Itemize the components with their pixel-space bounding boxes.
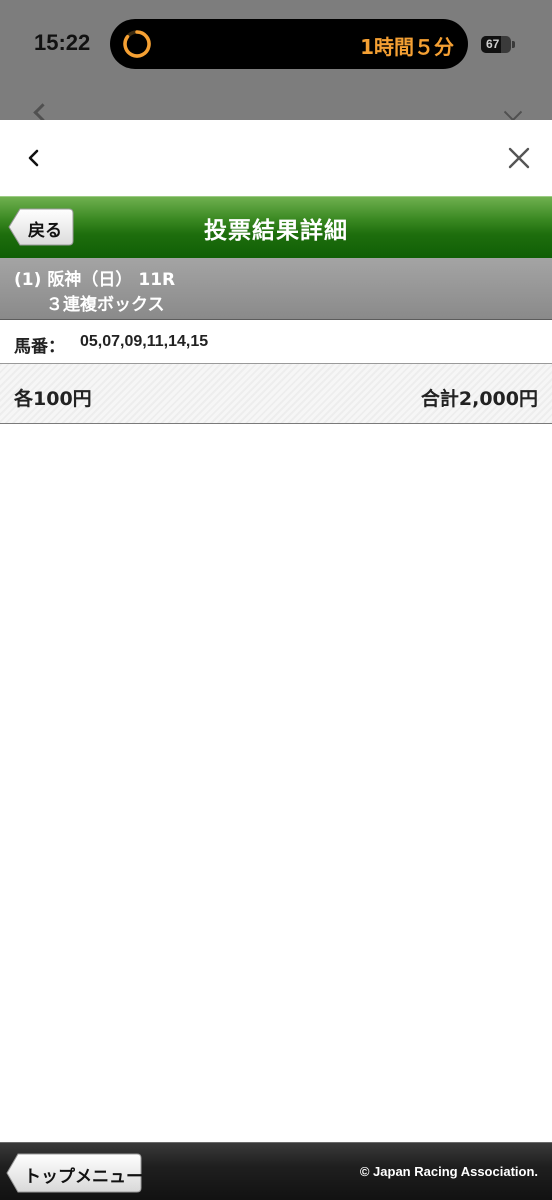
timer-icon bbox=[123, 30, 151, 58]
race-index: (1) bbox=[14, 270, 42, 290]
race-venue-day: 阪神（日） bbox=[47, 270, 133, 290]
race-summary: (1) 阪神（日） 11R bbox=[14, 265, 181, 290]
bet-type: ３連複ボックス bbox=[46, 295, 165, 315]
background-back-icon bbox=[33, 103, 52, 122]
amount-row: 各100円 合計2,000円 bbox=[0, 364, 552, 424]
amount-total: 合計2,000円 bbox=[420, 388, 538, 410]
top-menu-label: トップメニュー bbox=[24, 1167, 143, 1187]
amount-each: 各100円 bbox=[14, 388, 92, 410]
race-number: 11R bbox=[138, 270, 176, 290]
horse-numbers-row: 馬番： 05,07,09,11,14,15 bbox=[0, 320, 552, 364]
sheet-navigation bbox=[0, 120, 552, 196]
top-menu-button[interactable]: トップメニュー bbox=[6, 1153, 143, 1193]
horse-numbers-value: 05,07,09,11,14,15 bbox=[80, 333, 209, 350]
race-info: (1) 阪神（日） 11R ３連複ボックス bbox=[0, 258, 552, 320]
horse-numbers-label: 馬番： bbox=[14, 337, 65, 357]
dynamic-island[interactable]: 1時間５分 bbox=[110, 19, 468, 69]
battery-icon: 67 bbox=[481, 36, 511, 53]
page-title: 投票結果詳細 bbox=[204, 218, 348, 244]
timer-remaining: 1時間５分 bbox=[360, 35, 454, 59]
chevron-left-icon[interactable] bbox=[22, 146, 46, 170]
battery-level: 67 bbox=[486, 37, 500, 51]
close-icon[interactable] bbox=[506, 145, 532, 171]
app-screen: 15:22 1時間５分 67 戻る 投票結果詳細 (1) 阪神（日） 11R ３… bbox=[0, 0, 552, 1200]
battery-tip bbox=[512, 41, 515, 48]
footer: トップメニュー © Japan Racing Association. bbox=[0, 1142, 552, 1200]
copyright: © Japan Racing Association. bbox=[359, 1164, 538, 1179]
status-bar: 15:22 1時間５分 67 bbox=[0, 0, 552, 122]
status-time: 15:22 bbox=[34, 30, 91, 55]
page-header: 戻る 投票結果詳細 bbox=[0, 196, 552, 259]
background-close-icon bbox=[504, 108, 522, 120]
